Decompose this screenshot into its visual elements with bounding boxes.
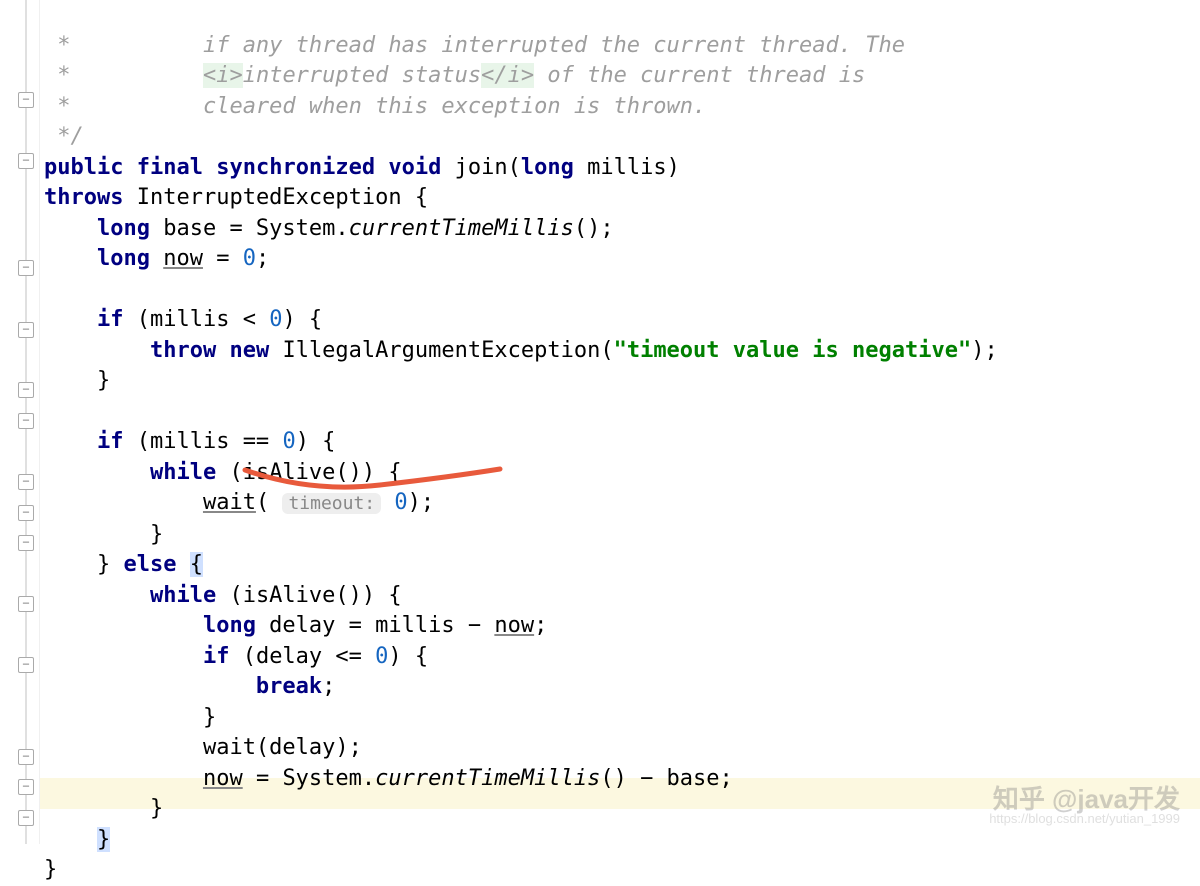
if-delay: if (delay <= 0) {: [44, 644, 428, 669]
throw-statement: throw new IllegalArgumentException("time…: [44, 338, 998, 363]
while-alive: while (isAlive()) {: [44, 583, 402, 608]
brace-close: }: [44, 827, 110, 852]
param-hint: timeout:: [282, 493, 381, 514]
brace-close: }: [44, 368, 110, 393]
break-statement: break;: [44, 674, 335, 699]
fold-icon[interactable]: [18, 810, 34, 826]
var-decl-now: long now = 0;: [44, 246, 269, 271]
throws-clause: throws InterruptedException {: [44, 185, 428, 210]
if-negative: if (millis < 0) {: [44, 307, 322, 332]
var-decl-base: long base = System.currentTimeMillis();: [44, 216, 614, 241]
fold-icon[interactable]: [18, 749, 34, 765]
method-signature: public final synchronized void join(long…: [44, 155, 680, 180]
gutter: [0, 0, 40, 844]
brace-close: }: [44, 522, 163, 547]
fold-icon[interactable]: [18, 596, 34, 612]
fold-icon[interactable]: [18, 382, 34, 398]
else-branch: } else {: [44, 552, 203, 577]
while-alive: while (isAlive()) {: [44, 460, 402, 485]
fold-icon[interactable]: [18, 535, 34, 551]
code-editor[interactable]: * if any thread has interrupted the curr…: [44, 0, 1200, 886]
fold-icon[interactable]: [18, 153, 34, 169]
javadoc-line: * cleared when this exception is thrown.: [44, 94, 706, 119]
if-zero: if (millis == 0) {: [44, 429, 335, 454]
wait-delay: wait(delay);: [44, 735, 362, 760]
javadoc-line: * if any thread has interrupted the curr…: [44, 33, 905, 58]
var-decl-delay: long delay = millis − now;: [44, 613, 547, 638]
fold-icon[interactable]: [18, 505, 34, 521]
wait-zero: wait( timeout: 0);: [44, 490, 434, 515]
now-assign: now = System.currentTimeMillis() − base;: [44, 766, 733, 791]
fold-icon[interactable]: [18, 779, 34, 795]
fold-icon[interactable]: [18, 413, 34, 429]
brace-close: }: [44, 705, 216, 730]
fold-icon[interactable]: [18, 474, 34, 490]
fold-icon[interactable]: [18, 92, 34, 108]
fold-icon[interactable]: [18, 322, 34, 338]
brace-close: }: [44, 796, 163, 821]
fold-icon[interactable]: [18, 657, 34, 673]
fold-icon[interactable]: [18, 260, 34, 276]
brace-close: }: [44, 857, 57, 882]
javadoc-line: * <i>interrupted status</i> of the curre…: [44, 63, 865, 88]
javadoc-end: */: [44, 124, 84, 149]
